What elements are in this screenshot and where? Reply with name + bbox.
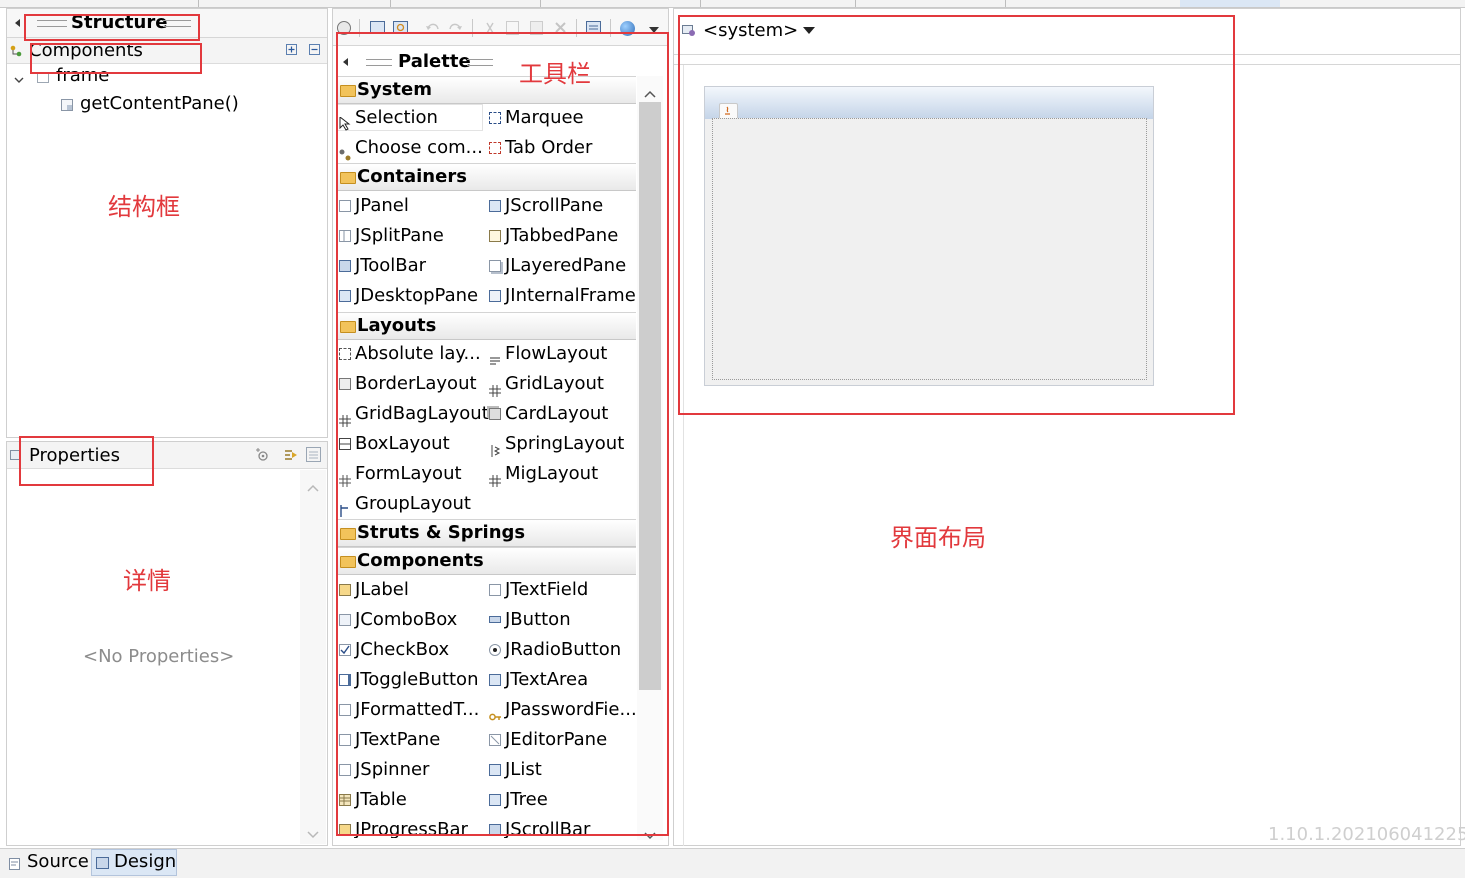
- annotation-box-structure-title: [24, 14, 200, 41]
- tree-label: getContentPane(): [80, 93, 239, 114]
- annotation-box-properties: [19, 436, 154, 486]
- annotation-box-toolbar: [336, 32, 669, 836]
- chevron-down-icon[interactable]: [14, 72, 24, 83]
- tab-source[interactable]: Source: [6, 850, 90, 876]
- collapse-all-icon[interactable]: [309, 44, 320, 55]
- annotation-toolbar: 工具栏: [519, 60, 591, 88]
- restore-default-icon[interactable]: [306, 447, 321, 462]
- bottom-tab-bar: [0, 848, 1465, 878]
- annotation-box-components: [30, 43, 202, 74]
- editor-tab-strip: [0, 0, 1465, 8]
- chevron-up-icon[interactable]: [307, 479, 319, 492]
- no-properties-text: <No Properties>: [83, 646, 235, 667]
- components-icon: [10, 44, 22, 57]
- properties-panel: [6, 441, 328, 846]
- expand-all-icon[interactable]: [286, 44, 297, 55]
- goto-definition-icon[interactable]: [283, 447, 299, 463]
- tab-label: Source: [27, 851, 89, 872]
- chevron-down-icon[interactable]: [307, 826, 319, 839]
- collapse-left-icon[interactable]: [15, 19, 20, 27]
- annotation-details: 详情: [123, 567, 171, 595]
- tab-design[interactable]: Design: [91, 849, 177, 876]
- show-advanced-icon[interactable]: [254, 447, 270, 463]
- tab-label: Design: [114, 851, 177, 872]
- panel-icon: [61, 99, 73, 111]
- annotation-layout: 界面布局: [890, 524, 986, 552]
- version-text: 1.10.1.202106041225: [1268, 824, 1465, 845]
- properties-scrollbar[interactable]: [300, 470, 326, 844]
- design-icon: [96, 857, 109, 869]
- annotation-box-layout: [678, 15, 1235, 415]
- tree-node-content-pane[interactable]: getContentPane(): [12, 92, 312, 116]
- source-icon: [9, 858, 20, 870]
- annotation-structure: 结构框: [108, 193, 180, 221]
